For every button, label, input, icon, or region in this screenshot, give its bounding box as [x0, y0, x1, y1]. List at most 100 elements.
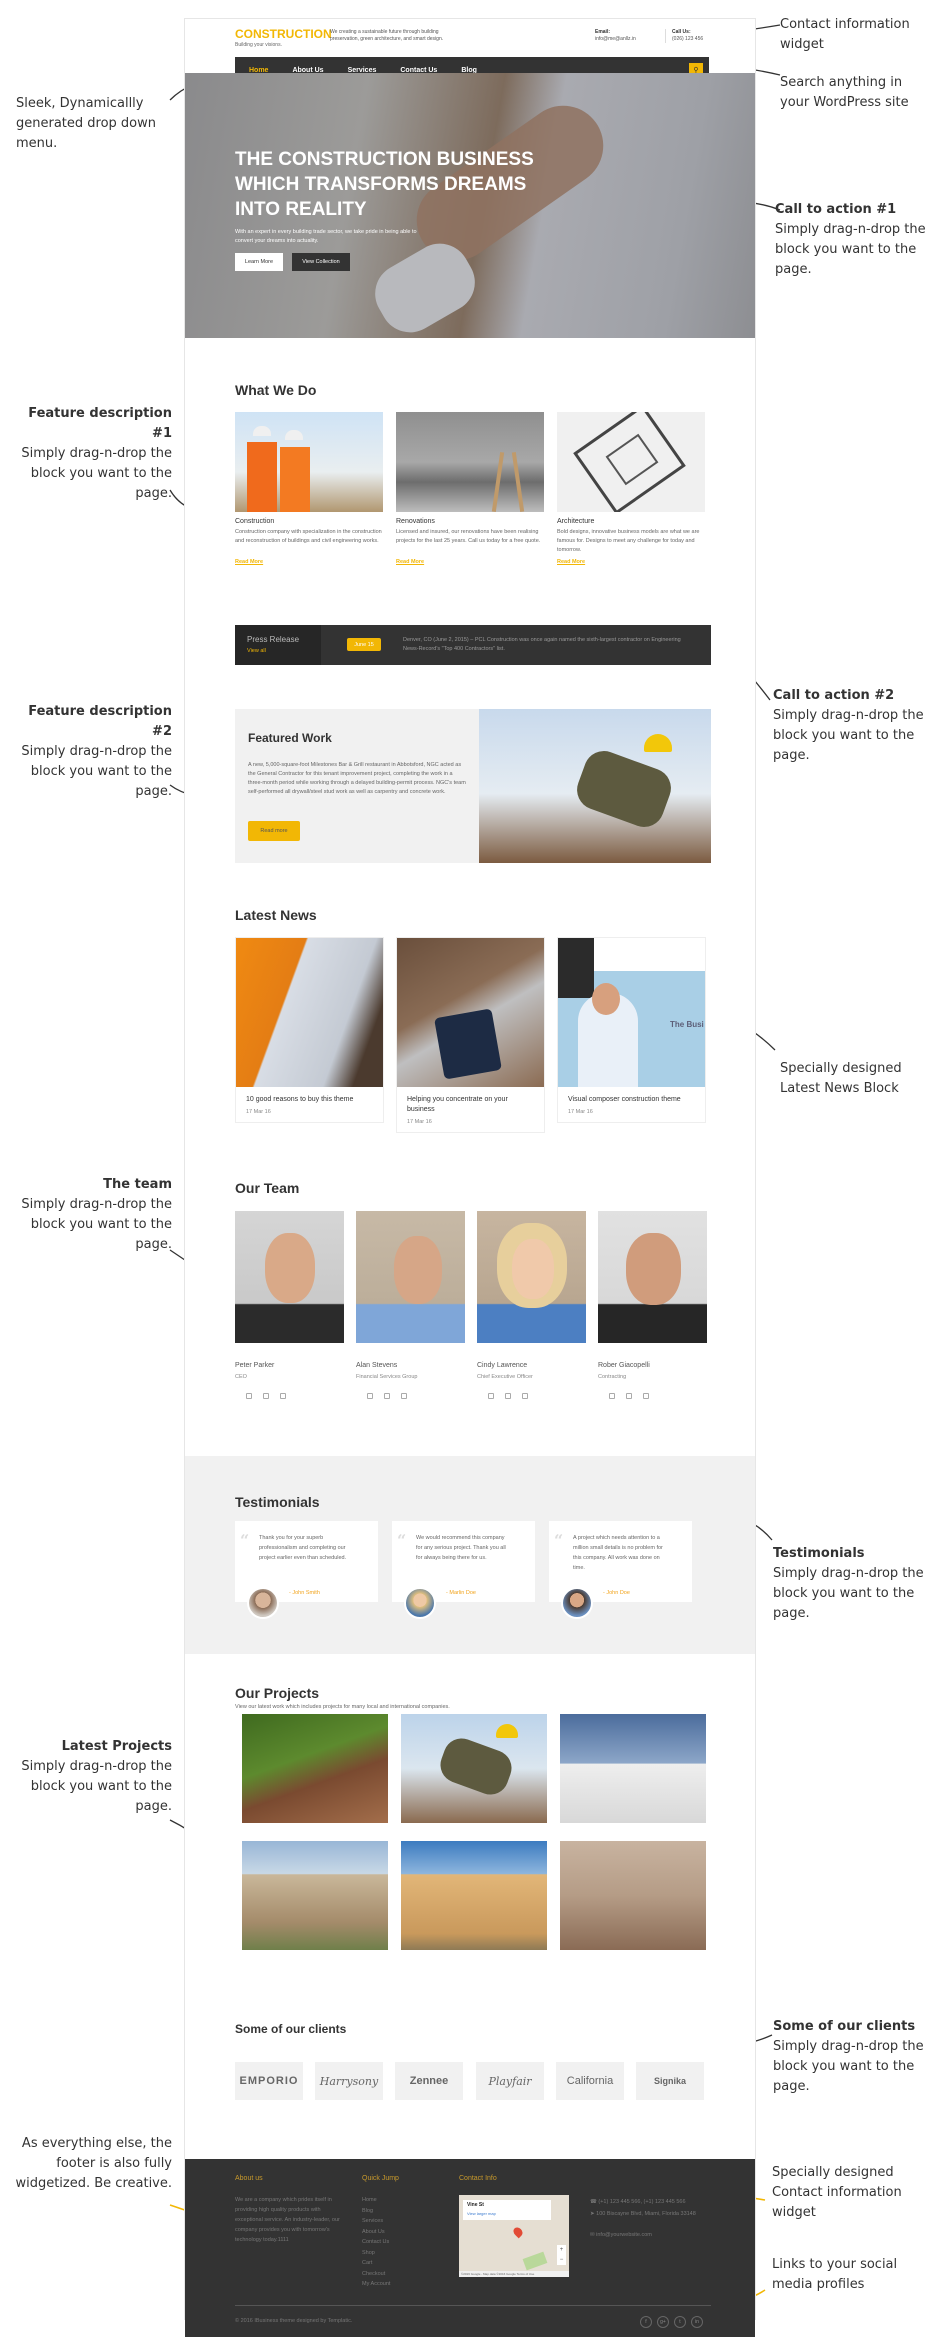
news-title[interactable]: Helping you concentrate on your business [407, 1095, 537, 1115]
google-plus-icon[interactable] [401, 1393, 407, 1399]
read-more-link[interactable]: Read More [235, 559, 263, 565]
view-collection-button[interactable]: View Collection [292, 253, 350, 271]
service-text: Construction company with specialization… [235, 529, 382, 544]
annotation-feature1: Feature description #1 Simply drag-n-drop… [21, 406, 172, 501]
footer-link-shop[interactable]: Shop [362, 2248, 390, 2259]
facebook-icon[interactable] [609, 1393, 615, 1399]
footer-quick-jump-title: Quick Jump [362, 2175, 399, 2182]
project-image[interactable] [560, 1714, 706, 1823]
news-date: 17 Mar 16 [407, 1119, 432, 1125]
press-text: Denver, CO (June 2, 2015) – PCL Construc… [403, 637, 681, 652]
testimonial-avatar [247, 1587, 279, 1619]
testimonial-card: “ Thank you for your superb professional… [235, 1521, 378, 1619]
map-place-name: Vine St [467, 2202, 484, 2208]
read-more-link[interactable]: Read More [396, 559, 424, 565]
header-phone: Call Us: (026) 123 456 [665, 29, 703, 43]
our-projects-title: Our Projects [235, 1685, 320, 1701]
facebook-icon[interactable] [367, 1393, 373, 1399]
team-member-name: Rober Giacopelli [598, 1362, 650, 1369]
twitter-icon[interactable] [384, 1393, 390, 1399]
team-member-role: CEO [235, 1374, 247, 1380]
footer-link-cart[interactable]: Cart [362, 2258, 390, 2269]
renovations-image [396, 412, 544, 512]
news-card[interactable]: 10 good reasons to buy this theme 17 Mar… [235, 937, 384, 1123]
footer-link-home[interactable]: Home [362, 2195, 390, 2206]
news-title[interactable]: 10 good reasons to buy this theme [246, 1095, 376, 1105]
annotation-projects: Latest Projects Simply drag-n-drop the bl… [21, 1739, 172, 1814]
service-title: Renovations [396, 518, 435, 525]
twitter-icon[interactable] [263, 1393, 269, 1399]
project-image[interactable] [242, 1714, 388, 1823]
twitter-icon[interactable] [626, 1393, 632, 1399]
google-plus-icon[interactable]: g+ [657, 2316, 669, 2328]
twitter-icon[interactable]: t [674, 2316, 686, 2328]
footer-link-blog[interactable]: Blog [362, 2206, 390, 2217]
site-logo[interactable]: CONSTRUCTION [235, 27, 332, 41]
footer-copyright: © 2016 IBusiness theme designed by Templ… [235, 2318, 353, 2324]
footer-link-checkout[interactable]: Checkout [362, 2269, 390, 2280]
service-text: Bold designs, innovative business models… [557, 529, 700, 553]
our-team-title: Our Team [235, 1180, 300, 1196]
twitter-icon[interactable] [505, 1393, 511, 1399]
team-photo [598, 1211, 707, 1343]
annotation-contact-widget: Contact information widget [780, 17, 910, 52]
project-image[interactable] [401, 1841, 547, 1950]
view-larger-map-link[interactable]: View larger map [467, 2211, 496, 2216]
news-date: 17 Mar 16 [568, 1109, 593, 1115]
google-plus-icon[interactable] [522, 1393, 528, 1399]
featured-read-more-button[interactable]: Read more [248, 821, 300, 841]
client-logo: Signika [636, 2062, 704, 2100]
news-card[interactable]: The Busi Visual composer construction th… [557, 937, 706, 1123]
footer-link-services[interactable]: Services [362, 2216, 390, 2227]
google-plus-icon[interactable] [280, 1393, 286, 1399]
footer-link-my-account[interactable]: My Account [362, 2279, 390, 2290]
google-plus-icon[interactable] [643, 1393, 649, 1399]
featured-work-title: Featured Work [248, 731, 332, 745]
annotation-testimonials: Testimonials Simply drag-n-drop the block… [773, 1546, 924, 1621]
team-social-links [488, 1393, 528, 1399]
website-page: CONSTRUCTION Building your visions. We c… [184, 18, 756, 2337]
news-preview-heading: The Busi [670, 1020, 704, 1029]
footer-link-contact-us[interactable]: Contact Us [362, 2237, 390, 2248]
team-member-role: Contracting [598, 1374, 627, 1380]
header-tagline: We creating a sustainable future through… [330, 29, 444, 42]
team-member-role: Financial Services Group [356, 1374, 418, 1380]
annotation-menu: Sleek, Dynamicallly generated drop down … [16, 96, 157, 151]
press-release-bar: Press Release View all June 15 Denver, C… [235, 625, 711, 665]
site-footer: About us We are a company which prides i… [185, 2159, 755, 2337]
testimonial-author: - John Smith [289, 1590, 320, 1596]
construction-image [235, 412, 383, 512]
news-card[interactable]: Helping you concentrate on your business… [396, 937, 545, 1133]
annotation-cta2: Call to action #2 Simply drag-n-drop the … [773, 688, 924, 763]
linkedin-icon[interactable]: in [691, 2316, 703, 2328]
phone-icon: ☎ [590, 2199, 597, 2205]
service-title: Construction [235, 518, 275, 525]
footer-phone: ☎ (+1) 123 445 566, (+1) 123 445 566 [590, 2199, 686, 2205]
google-map[interactable]: Vine St View larger map + − ©2016 Google … [459, 2195, 569, 2277]
testimonial-text: We would recommend this company for any … [416, 1535, 506, 1561]
learn-more-button[interactable]: Learn More [235, 253, 283, 271]
annotation-feature2: Feature description #2 Simply drag-n-drop… [21, 704, 172, 799]
client-logo: Harrysony [315, 2062, 383, 2100]
service-title: Architecture [557, 518, 595, 525]
testimonial-avatar [561, 1587, 593, 1619]
site-header: CONSTRUCTION Building your visions. We c… [235, 27, 711, 59]
what-we-do-title: What We Do [235, 382, 317, 398]
map-zoom-controls[interactable]: + − [557, 2245, 566, 2265]
read-more-link[interactable]: Read More [557, 559, 585, 565]
project-image[interactable] [242, 1841, 388, 1950]
footer-divider [235, 2305, 711, 2306]
footer-link-about-us[interactable]: About Us [362, 2227, 390, 2238]
testimonial-card: “ A project which needs attention to a m… [549, 1521, 692, 1619]
view-all-link[interactable]: View all [247, 648, 266, 654]
testimonial-text: A project which needs attention to a mil… [573, 1535, 663, 1571]
annotation-team: The team Simply drag-n-drop the block you… [21, 1177, 172, 1252]
envelope-icon: ✉ [590, 2232, 595, 2238]
footer-about-text: We are a company which prides itself in … [235, 2197, 340, 2243]
project-image[interactable] [560, 1841, 706, 1950]
facebook-icon[interactable]: f [640, 2316, 652, 2328]
facebook-icon[interactable] [488, 1393, 494, 1399]
facebook-icon[interactable] [246, 1393, 252, 1399]
news-title[interactable]: Visual composer construction theme [568, 1095, 698, 1105]
project-image[interactable] [401, 1714, 547, 1823]
